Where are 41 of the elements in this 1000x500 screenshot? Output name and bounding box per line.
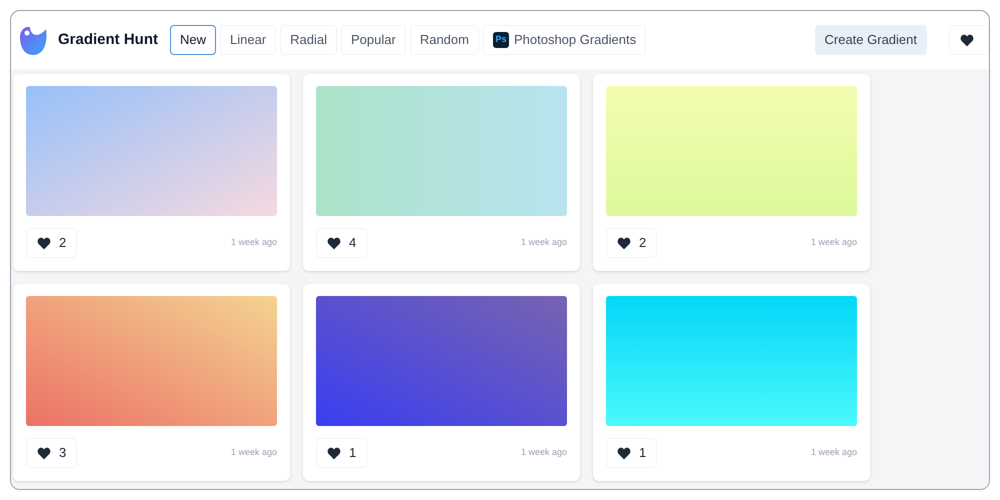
nav-tab[interactable]: Random [410, 25, 479, 55]
nav-tab[interactable]: New [170, 25, 216, 55]
heart-icon [327, 446, 341, 460]
photoshop-icon: Ps [492, 32, 509, 48]
heart-icon [617, 236, 631, 250]
nav-tab[interactable]: Radial [280, 25, 338, 55]
gradient-preview[interactable] [606, 86, 857, 216]
nav-tab[interactable]: Popular [341, 25, 406, 55]
heart-icon [327, 236, 341, 250]
timestamp: 1 week ago [810, 446, 857, 460]
gradient-card[interactable]: 2 1 week ago [13, 74, 290, 271]
brand-name[interactable]: Gradient Hunt [58, 28, 158, 52]
gradient-preview[interactable] [26, 296, 277, 426]
like-button[interactable]: 1 [316, 438, 368, 468]
create-gradient-button[interactable]: Create Gradient [814, 25, 927, 55]
like-button[interactable]: 1 [606, 438, 658, 468]
gradient-card[interactable]: 1 1 week ago [593, 284, 870, 481]
timestamp: 1 week ago [810, 236, 857, 250]
timestamp: 1 week ago [230, 446, 277, 460]
nav-tab[interactable]: Linear [220, 25, 276, 55]
like-button[interactable]: 2 [26, 228, 78, 258]
like-button[interactable]: 4 [316, 228, 368, 258]
gradient-card[interactable]: 1 1 week ago [303, 284, 580, 481]
favorites-button[interactable] [949, 25, 989, 55]
gradient-preview[interactable] [316, 296, 567, 426]
like-button[interactable]: 3 [26, 438, 78, 468]
nav-tab[interactable]: Ps Photoshop Gradients [482, 25, 646, 55]
gradient-preview[interactable] [606, 296, 857, 426]
heart-icon [37, 446, 51, 460]
heart-icon [960, 34, 974, 46]
timestamp: 1 week ago [230, 236, 277, 250]
gradient-card[interactable]: 4 1 week ago [303, 74, 580, 271]
gradient-card[interactable]: 2 1 week ago [593, 74, 870, 271]
timestamp: 1 week ago [520, 446, 567, 460]
timestamp: 1 week ago [520, 236, 567, 250]
like-button[interactable]: 2 [606, 228, 658, 258]
gradient-preview[interactable] [316, 86, 567, 216]
gradient-card[interactable]: 3 1 week ago [13, 284, 290, 481]
heart-icon [617, 446, 631, 460]
gradient-preview[interactable] [26, 86, 277, 216]
heart-icon [37, 236, 51, 250]
